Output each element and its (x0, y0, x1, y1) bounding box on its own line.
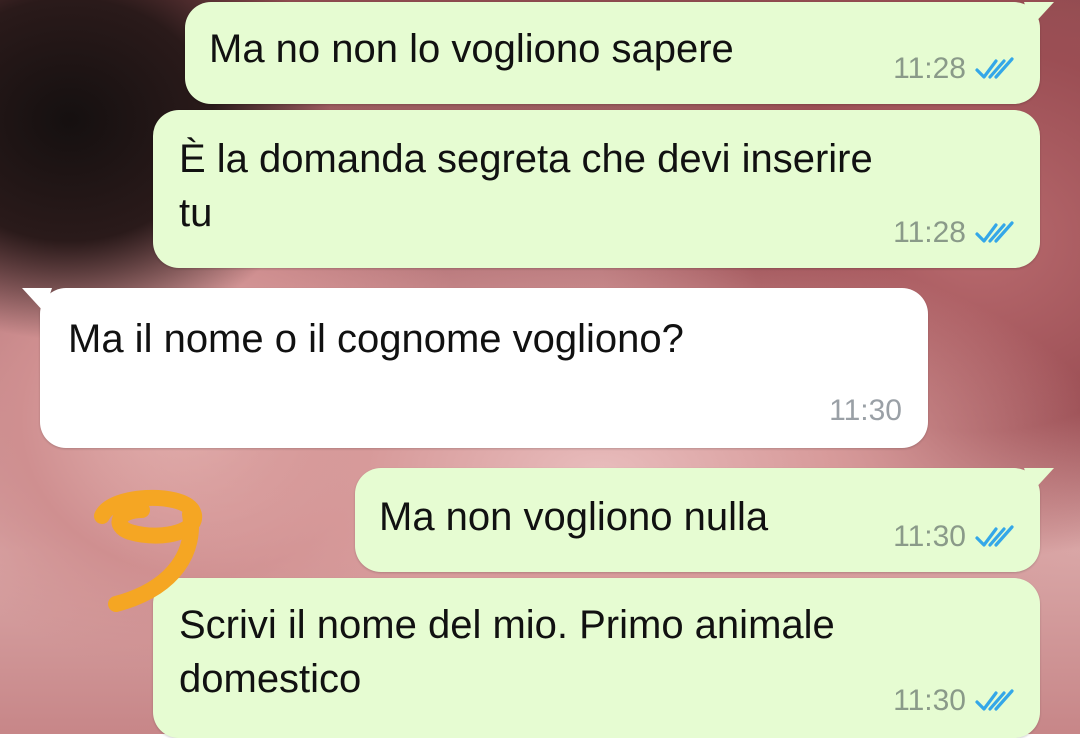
message-text: Ma no non lo vogliono sapere (209, 27, 734, 71)
double-check-icon (975, 525, 1014, 547)
message-time: 11:30 (893, 684, 966, 717)
message-meta: 11:28 (893, 52, 1018, 86)
message-meta: 11:30 (829, 394, 902, 428)
bubble-tail (22, 288, 52, 312)
message-meta: 11:30 (893, 684, 1018, 718)
message-time: 11:30 (829, 394, 902, 427)
bubble-tail (1024, 468, 1054, 492)
message-meta: 11:28 (893, 216, 1018, 250)
message-bubble-outgoing[interactable]: È la domanda segreta che devi inserire t… (153, 110, 1040, 268)
message-text: Scrivi il nome del mio. Primo animale do… (179, 603, 835, 701)
message-bubble-incoming[interactable]: Ma il nome o il cognome vogliono? 11:30 (22, 288, 928, 448)
message-time: 11:28 (893, 216, 966, 249)
double-check-icon (975, 57, 1014, 79)
message-text: Ma non vogliono nulla (379, 495, 769, 539)
message-time: 11:28 (893, 52, 966, 85)
message-meta: 11:30 (893, 520, 1018, 554)
message-text: Ma il nome o il cognome vogliono? (68, 317, 684, 361)
handwritten-nine-doodle (94, 489, 203, 612)
message-text: È la domanda segreta che devi inserire t… (179, 137, 873, 235)
message-bubble-outgoing[interactable]: Ma non vogliono nulla 11:30 (355, 468, 1054, 572)
message-bubble-outgoing[interactable]: Ma no non lo vogliono sapere 11:28 (185, 2, 1054, 104)
bubble-tail (1024, 2, 1054, 26)
message-bubble-outgoing[interactable]: Scrivi il nome del mio. Primo animale do… (153, 578, 1040, 738)
double-check-icon (975, 689, 1014, 711)
message-time: 11:30 (893, 520, 966, 553)
double-check-icon (975, 221, 1014, 243)
